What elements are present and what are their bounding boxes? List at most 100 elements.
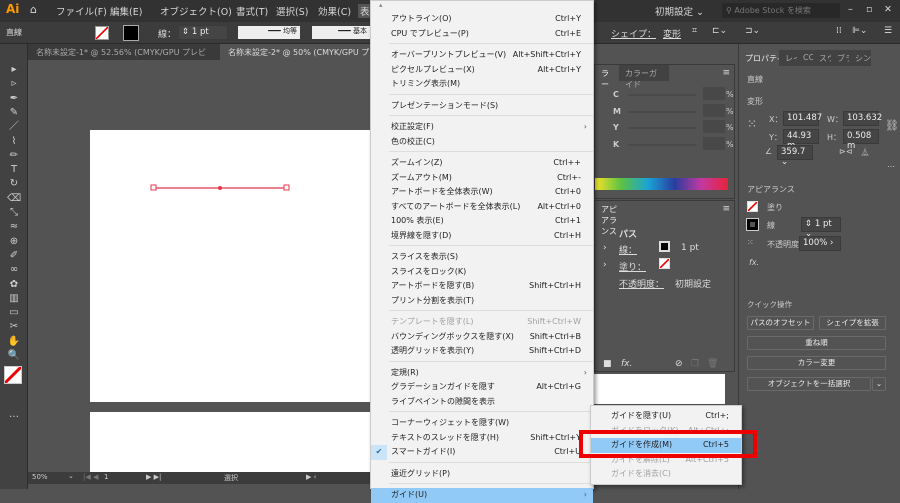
menu-3[interactable]: 書式(T) [236,4,268,18]
select-same-button[interactable]: オブジェクトを一括選択 [747,377,871,391]
workspace-switcher[interactable]: 初期設定 ⌄ [655,4,704,18]
width-tool-icon[interactable]: ≈ [7,221,21,233]
menu-item[interactable]: バウンディングボックスを隠す(X) Shift+Ctrl+B [371,330,593,345]
constrain-proportions-icon[interactable]: ⛓ [885,119,899,132]
tab-symbols[interactable]: シン [849,50,871,66]
grid-icon[interactable]: ⁞⁞ [836,26,842,36]
expand-stroke-icon[interactable]: › [603,243,607,253]
flip-vertical-icon[interactable]: ⏅ [861,147,869,158]
hand-tool-icon[interactable]: ✋ [7,336,21,348]
fill-swatch[interactable] [95,26,109,40]
panel-menu-icon[interactable]: ≡ [722,68,730,78]
reference-point-icon[interactable]: ⁙ [747,117,757,131]
menu-item[interactable]: すべてのアートボードを全体表示(L) Alt+Ctrl+0 [371,200,593,215]
curvature-tool-icon[interactable]: ✎ [7,107,21,119]
stroke-weight[interactable]: 1 pt [681,243,699,253]
delete-icon[interactable]: 🗑 [707,359,718,369]
tab-document-1[interactable]: 名称未設定-1* @ 52.56% (CMYK/GPU プレビュー)× [28,44,220,68]
menu-item[interactable]: テキストのスレッドを隠す(H) Shift+Ctrl+Y [371,431,593,446]
channel-slider[interactable] [628,94,696,96]
symbol-tool-icon[interactable]: ✿ [7,279,21,291]
artboard-2[interactable] [90,412,370,472]
menu-item[interactable]: ズームイン(Z) Ctrl++ [371,156,593,171]
tab-layers[interactable]: レイ [779,50,797,66]
restore-button[interactable]: ▫ [866,4,872,15]
color-spectrum[interactable] [595,178,728,190]
stroke-label[interactable]: 線： [619,243,637,256]
tab-appearance[interactable]: アピアランス [595,201,627,236]
pencil-tool-icon[interactable]: ✏ [7,150,21,162]
height-input[interactable]: 0.508 m [843,129,879,151]
arrange-icon[interactable]: ⊫⌄ [852,26,867,36]
variable-width-profile[interactable]: ━━━ 均等 [238,26,300,39]
menu-item[interactable]: アートボードを全体表示(W) Ctrl+0 [371,185,593,200]
eraser-tool-icon[interactable]: ⌫ [7,193,21,205]
menu-1[interactable]: 編集(E) [110,4,142,18]
shape-builder-tool-icon[interactable]: ⊕ [7,236,21,248]
more-options-icon[interactable]: … [887,160,895,169]
menu-item[interactable]: オーバープリントプレビュー(V) Alt+Shift+Ctrl+Y [371,48,593,63]
scale-tool-icon[interactable]: ⤡ [7,207,21,219]
channel-input[interactable] [703,120,725,133]
menu-5[interactable]: 効果(C) [318,4,351,18]
stroke-swatch[interactable] [746,218,759,231]
menu-item[interactable]: トリミング表示(M) [371,77,593,92]
channel-slider[interactable] [628,127,696,129]
y-input[interactable]: 44.93 m [783,129,819,151]
menu-item[interactable]: プリント分割を表示(T) [371,294,593,309]
slice-tool-icon[interactable]: ✂ [7,321,21,333]
expand-fill-icon[interactable]: › [603,260,607,270]
width-input[interactable]: 103.632 [843,111,882,126]
menu-item[interactable]: テンプレートを隠す(L) Shift+Ctrl+W [371,315,593,330]
menu-4[interactable]: 選択(S) [276,4,308,18]
zoom-level[interactable]: 50% [32,473,48,481]
menu-item[interactable]: 定規(R) › [371,366,593,381]
fill-stroke-swatch[interactable] [4,366,22,384]
offset-path-button[interactable]: パスのオフセット [747,316,814,330]
direct-select-tool-icon[interactable]: ▹ [7,78,21,90]
shape-label[interactable]: シェイプ： [611,27,656,40]
selected-line-path[interactable] [150,182,290,194]
tab-properties[interactable]: プロパティ [739,50,779,66]
eyedropper-tool-icon[interactable]: ✐ [7,250,21,262]
rotation-input[interactable]: 359.7 ⌄ [777,145,813,167]
menu-item[interactable]: グラデーションガイドを隠す Alt+Ctrl+G [371,380,593,395]
tab-color-guide[interactable]: カラーガイド [619,65,669,89]
recolor-button[interactable]: カラー変更 [747,356,886,370]
next-artboard-icon[interactable]: ▶ ▶| [146,473,161,481]
type-tool-icon[interactable]: T [7,164,21,176]
x-input[interactable]: 101.487 [783,111,822,126]
fx-icon[interactable]: fx. [749,258,759,267]
menu-item[interactable]: 色の校正(C) [371,135,593,150]
transform-link[interactable]: 変形 [663,27,681,40]
menu-item[interactable]: コーナーウィジェットを隠す(W) [371,416,593,431]
status-arrow-icon[interactable]: ▶ ‹ [306,473,316,481]
fill-swatch[interactable] [747,201,758,212]
menu-item[interactable]: 100% 表示(E) Ctrl+1 [371,214,593,229]
tab-cc-libraries[interactable]: CC [797,50,813,66]
menu-item[interactable]: アウトライン(O) Ctrl+Y [371,12,593,27]
stock-search-input[interactable]: ⚲ Adobe Stock を検索 [722,3,840,18]
tab-swatches[interactable]: スウ [813,50,831,66]
graph-tool-icon[interactable]: ▥ [7,293,21,305]
channel-input[interactable] [703,87,725,100]
clear-appearance-icon[interactable]: ⊘ [675,359,683,369]
fill-label[interactable]: 塗り： [619,260,646,273]
opacity-label[interactable]: 不透明度 [767,239,799,250]
home-icon[interactable]: ⌂ [30,3,37,16]
select-tool-icon[interactable]: ▸ [7,64,21,76]
menu-2[interactable]: オブジェクト(O) [160,4,232,18]
puppet-icon[interactable]: ⊐⌄ [745,26,760,36]
tab-brushes[interactable]: ブラ [831,50,849,66]
panel-menu-icon[interactable]: ≡ [722,204,730,214]
menu-item[interactable]: ガイドを消去(C) [591,467,741,482]
rotate-tool-icon[interactable]: ↻ [7,178,21,190]
fill-swatch[interactable] [659,258,670,269]
menu-0[interactable]: ファイル(F) [56,4,107,18]
artboard-tool-icon[interactable]: ▭ [7,307,21,319]
minimize-button[interactable]: – [848,4,853,15]
menu-item[interactable]: ガイドを隠す(U) Ctrl+; [591,409,741,424]
panel-menu-icon[interactable]: ☰ [884,26,892,36]
menu-item[interactable]: ガイド(U) › [371,488,593,503]
menu-item[interactable]: プレゼンテーションモード(S) [371,99,593,114]
